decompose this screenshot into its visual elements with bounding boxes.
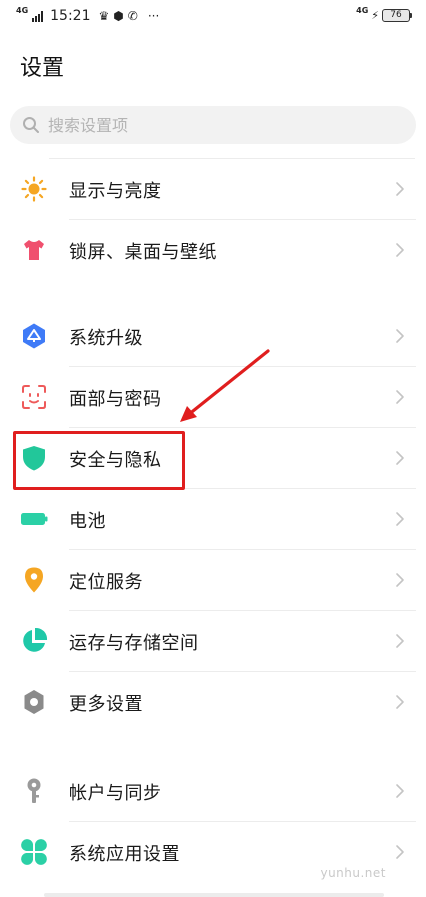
sun-icon [20, 175, 48, 203]
chevron-right-icon [396, 182, 404, 196]
more-dots-icon: ··· [147, 9, 160, 23]
search-input[interactable] [48, 115, 388, 135]
settings-item-battery[interactable]: 电池 [0, 489, 426, 550]
settings-item-lockscreen-wallpaper[interactable]: 锁屏、桌面与壁纸 [0, 220, 426, 281]
settings-item-label: 锁屏、桌面与壁纸 [69, 242, 217, 263]
tshirt-icon [20, 236, 48, 264]
status-bar: 4G 15:21 ♛ ⬢ ✆ ··· 4G ⚡ 76 [0, 0, 426, 34]
status-time: 15:21 [50, 8, 91, 24]
chevron-right-icon [396, 329, 404, 343]
chevron-right-icon [396, 451, 404, 465]
clover-icon [20, 838, 48, 866]
settings-item-label: 运存与存储空间 [69, 633, 199, 654]
settings-item-label: 系统升级 [69, 328, 143, 349]
chevron-right-icon [396, 784, 404, 798]
shield-hex-icon: ⬢ [113, 9, 124, 23]
chevron-right-icon [396, 845, 404, 859]
settings-item-label: 帐户与同步 [69, 783, 162, 804]
settings-item-label: 面部与密码 [69, 389, 162, 410]
network-type-label-right: 4G [356, 5, 369, 15]
crown-icon: ♛ [98, 9, 110, 23]
system-update-icon [20, 322, 48, 350]
storage-pie-icon [20, 627, 48, 655]
face-scan-icon [20, 383, 48, 411]
battery-icon [20, 505, 48, 533]
location-pin-icon [20, 566, 48, 594]
charging-icon: ⚡ [371, 9, 379, 22]
settings-item-label: 电池 [69, 511, 106, 532]
settings-item-more-settings[interactable]: 更多设置 [0, 672, 426, 733]
status-bar-left: 4G 15:21 ♛ ⬢ ✆ ··· [16, 6, 160, 25]
watermark: yunhu.net [320, 866, 386, 880]
settings-item-label: 显示与亮度 [69, 181, 162, 202]
chevron-right-icon [396, 512, 404, 526]
key-icon [20, 777, 48, 805]
settings-item-memory-storage[interactable]: 运存与存储空间 [0, 611, 426, 672]
highlight-annotation-box [13, 431, 185, 490]
page-title: 设置 [20, 56, 65, 81]
settings-item-location[interactable]: 定位服务 [0, 550, 426, 611]
settings-item-label: 定位服务 [69, 572, 143, 593]
chevron-right-icon [396, 634, 404, 648]
status-bar-right: 4G ⚡ 76 [356, 5, 412, 22]
chevron-right-icon [396, 390, 404, 404]
search-bar[interactable] [10, 106, 416, 144]
network-type-label: 4G [16, 6, 29, 15]
settings-item-label: 系统应用设置 [69, 844, 180, 865]
chevron-right-icon [396, 695, 404, 709]
settings-item-display[interactable]: 显示与亮度 [0, 159, 426, 220]
gear-icon [20, 688, 48, 716]
phone-icon: ✆ [127, 9, 138, 23]
settings-item-label: 更多设置 [69, 694, 143, 715]
battery-indicator: 76 [382, 9, 412, 22]
search-icon [20, 114, 42, 136]
signal-icon [32, 10, 44, 22]
bottom-edge [44, 893, 384, 897]
arrow-annotation-icon [180, 349, 270, 422]
settings-item-accounts-sync[interactable]: 帐户与同步 [0, 761, 426, 822]
chevron-right-icon [396, 573, 404, 587]
chevron-right-icon [396, 243, 404, 257]
